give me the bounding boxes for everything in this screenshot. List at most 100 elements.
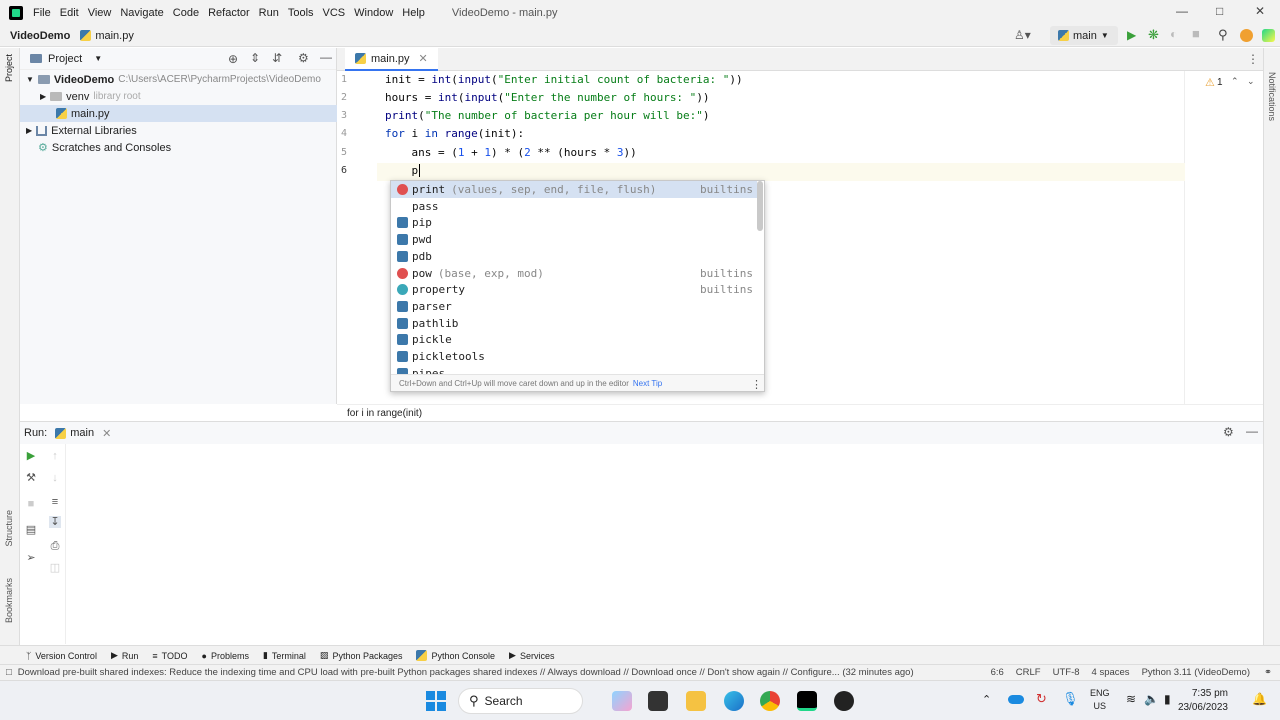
tree-item-main[interactable]: main.py: [20, 105, 337, 122]
completion-item[interactable]: pdb: [391, 248, 757, 265]
notification-icon[interactable]: □: [6, 667, 12, 678]
completion-item[interactable]: pickletools: [391, 348, 757, 365]
speaker-icon[interactable]: 🔈: [1144, 692, 1159, 706]
edge-icon[interactable]: [724, 691, 744, 711]
more-icon[interactable]: ⋮: [1247, 52, 1259, 66]
notification-bell-icon[interactable]: 🔔: [1252, 692, 1267, 706]
completion-item[interactable]: property builtins: [391, 281, 757, 298]
maximize-icon[interactable]: □: [1216, 4, 1223, 18]
windows-start-icon[interactable]: [426, 691, 446, 711]
tool-problems[interactable]: ● Problems: [202, 651, 249, 661]
onedrive-icon[interactable]: [1008, 695, 1024, 704]
breadcrumb-scope[interactable]: for i in range(init): [347, 408, 422, 419]
widgets-icon[interactable]: [612, 691, 632, 711]
tool-services[interactable]: ▶ Services: [509, 650, 554, 661]
close-icon[interactable]: ✕: [1255, 4, 1265, 18]
notifications-tool-label[interactable]: Notifications: [1267, 72, 1277, 121]
close-tab-icon[interactable]: ✕: [102, 427, 111, 440]
completion-item[interactable]: pass: [391, 198, 757, 215]
updates-icon[interactable]: [1240, 29, 1253, 42]
battery-icon[interactable]: ▮: [1164, 692, 1171, 706]
interpreter-selector[interactable]: Python 3.11 (VideoDemo): [1142, 667, 1250, 678]
menu-code[interactable]: Code: [173, 7, 199, 19]
tool-version-control[interactable]: ᛉ Version Control: [26, 651, 97, 661]
stop-icon[interactable]: ■: [25, 498, 37, 510]
menu-view[interactable]: View: [88, 7, 112, 19]
app-icon[interactable]: [834, 691, 854, 711]
indent-setting[interactable]: 4 spaces: [1092, 667, 1130, 678]
tool-todo[interactable]: ≡ TODO: [152, 651, 187, 661]
tool-terminal[interactable]: ▮ Terminal: [263, 650, 306, 661]
soft-wrap-icon[interactable]: ≡: [49, 496, 61, 508]
expand-all-icon[interactable]: ⇕: [250, 51, 260, 65]
chevron-up-icon[interactable]: ⌃: [1231, 76, 1239, 87]
layout-icon[interactable]: ▤: [25, 524, 37, 536]
stop-icon[interactable]: ■: [1192, 26, 1200, 41]
tree-item-root[interactable]: ▼ VideoDemo C:\Users\ACER\PycharmProject…: [20, 71, 337, 88]
locate-icon[interactable]: ⊕: [228, 52, 238, 66]
status-message[interactable]: Download pre-built shared indexes: Reduc…: [18, 667, 914, 678]
tool-python-packages[interactable]: ▨ Python Packages: [320, 650, 403, 661]
sync-icon[interactable]: ↻: [1036, 691, 1047, 707]
tab-main-py[interactable]: main.py ✕: [345, 48, 438, 71]
gear-icon[interactable]: ⚙: [298, 51, 309, 65]
file-encoding[interactable]: UTF-8: [1053, 667, 1080, 678]
menu-file[interactable]: File: [33, 7, 51, 19]
coverage-icon[interactable]: ◐: [1170, 27, 1177, 41]
scroll-to-end-icon[interactable]: ↧: [49, 516, 61, 528]
user-icon[interactable]: ♙▾: [1014, 28, 1031, 42]
completion-item[interactable]: pwd: [391, 231, 757, 248]
chevron-down-icon[interactable]: ▼: [94, 54, 102, 63]
tree-item-scratches[interactable]: ⚙ Scratches and Consoles: [20, 139, 337, 156]
run-config-selector[interactable]: main ▼: [1050, 26, 1118, 45]
breadcrumb-project[interactable]: VideoDemo: [10, 30, 70, 42]
menu-tools[interactable]: Tools: [288, 7, 314, 19]
file-explorer-icon[interactable]: [686, 691, 706, 711]
line-separator[interactable]: CRLF: [1016, 667, 1041, 678]
bookmarks-tool-label[interactable]: Bookmarks: [4, 578, 14, 623]
menu-vcs[interactable]: VCS: [323, 7, 346, 19]
search-icon[interactable]: ⚲: [1218, 27, 1228, 43]
tree-item-external-libraries[interactable]: ▶ External Libraries: [20, 122, 337, 139]
task-view-icon[interactable]: [648, 691, 668, 711]
plugin-icon[interactable]: [1262, 29, 1275, 42]
tool-python-console[interactable]: Python Console: [416, 650, 495, 661]
down-arrow-icon[interactable]: ↓: [49, 472, 61, 484]
popup-scrollbar[interactable]: [757, 181, 763, 231]
project-panel-title[interactable]: Project: [48, 53, 82, 65]
breadcrumb-file[interactable]: main.py: [95, 30, 134, 42]
completion-item[interactable]: pathlib: [391, 315, 757, 332]
pin-icon[interactable]: ➢: [25, 552, 37, 564]
caret-position[interactable]: 6:6: [991, 667, 1004, 678]
tree-item-venv[interactable]: ▶ venv library root: [20, 88, 337, 105]
taskbar-clock[interactable]: 7:35 pm 23/06/2023: [1178, 687, 1228, 715]
more-options-icon[interactable]: ⋮: [751, 378, 762, 391]
tool-run[interactable]: ▶ Run: [111, 650, 138, 661]
run-tab-label[interactable]: main: [70, 427, 94, 439]
wrench-icon[interactable]: ⚒: [25, 472, 37, 484]
lock-icon[interactable]: ⚭: [1264, 667, 1272, 678]
menu-window[interactable]: Window: [354, 7, 393, 19]
taskbar-search[interactable]: ⚲ Search: [458, 688, 583, 714]
chevron-down-icon[interactable]: ⌄: [1247, 76, 1255, 87]
up-arrow-icon[interactable]: ↑: [49, 450, 61, 462]
close-tab-icon[interactable]: ✕: [419, 52, 428, 65]
minimize-icon[interactable]: —: [1176, 4, 1188, 18]
debug-icon[interactable]: ❋: [1148, 27, 1159, 43]
completion-item[interactable]: print (values, sep, end, file, flush) buil…: [391, 181, 757, 198]
structure-tool-label[interactable]: Structure: [4, 510, 14, 547]
wifi-icon[interactable]: ≋: [1126, 692, 1136, 706]
next-tip-link[interactable]: Next Tip: [633, 379, 662, 388]
completion-item[interactable]: pip: [391, 214, 757, 231]
hide-panel-icon[interactable]: —: [1246, 424, 1258, 438]
rerun-icon[interactable]: ▶: [25, 450, 37, 462]
inspection-count[interactable]: 1: [1217, 77, 1223, 88]
completion-item[interactable]: pow (base, exp, mod) builtins: [391, 265, 757, 282]
completion-item[interactable]: parser: [391, 298, 757, 315]
menu-help[interactable]: Help: [402, 7, 425, 19]
menu-run[interactable]: Run: [259, 7, 279, 19]
warning-icon[interactable]: ⚠: [1205, 76, 1215, 89]
trash-icon[interactable]: ◫: [49, 562, 61, 574]
pycharm-taskbar-icon[interactable]: [797, 691, 817, 711]
menu-refactor[interactable]: Refactor: [208, 7, 250, 19]
